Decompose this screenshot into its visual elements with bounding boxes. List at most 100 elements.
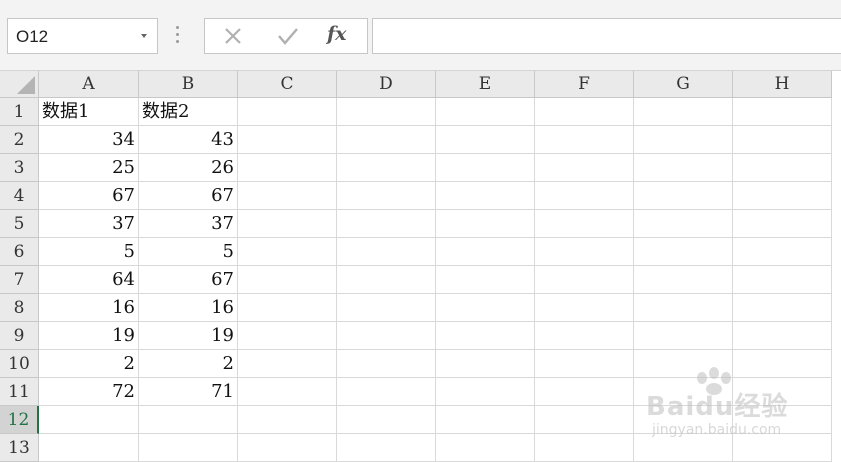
cell-b12[interactable]: [139, 406, 238, 434]
row-header-12[interactable]: 12: [0, 406, 39, 434]
cell-a1[interactable]: 数据1: [39, 98, 139, 126]
cell-b9[interactable]: 19: [139, 322, 238, 350]
cell-g8[interactable]: [634, 294, 733, 322]
cell-c10[interactable]: [238, 350, 337, 378]
cell-g7[interactable]: [634, 266, 733, 294]
cell-d11[interactable]: [337, 378, 436, 406]
cell-b2[interactable]: 43: [139, 126, 238, 154]
cell-e3[interactable]: [436, 154, 535, 182]
cell-a13[interactable]: [39, 434, 139, 462]
cell-e1[interactable]: [436, 98, 535, 126]
cell-f4[interactable]: [535, 182, 634, 210]
cell-d6[interactable]: [337, 238, 436, 266]
cell-h13[interactable]: [733, 434, 832, 462]
cell-h9[interactable]: [733, 322, 832, 350]
cell-c13[interactable]: [238, 434, 337, 462]
column-header-a[interactable]: A: [39, 71, 139, 98]
cell-f12[interactable]: [535, 406, 634, 434]
cell-e5[interactable]: [436, 210, 535, 238]
cell-b7[interactable]: 67: [139, 266, 238, 294]
cell-d7[interactable]: [337, 266, 436, 294]
cell-c1[interactable]: [238, 98, 337, 126]
cell-b1[interactable]: 数据2: [139, 98, 238, 126]
cell-a2[interactable]: 34: [39, 126, 139, 154]
cell-c3[interactable]: [238, 154, 337, 182]
cell-f7[interactable]: [535, 266, 634, 294]
cell-f8[interactable]: [535, 294, 634, 322]
cancel-button[interactable]: [213, 19, 253, 53]
column-header-c[interactable]: C: [238, 71, 337, 98]
cell-f9[interactable]: [535, 322, 634, 350]
cell-a3[interactable]: 25: [39, 154, 139, 182]
cell-e2[interactable]: [436, 126, 535, 154]
cell-g1[interactable]: [634, 98, 733, 126]
cell-e9[interactable]: [436, 322, 535, 350]
cell-h4[interactable]: [733, 182, 832, 210]
cell-f1[interactable]: [535, 98, 634, 126]
cell-g13[interactable]: [634, 434, 733, 462]
select-all-button[interactable]: [0, 71, 39, 98]
row-header-11[interactable]: 11: [0, 378, 39, 406]
cell-h1[interactable]: [733, 98, 832, 126]
cell-b5[interactable]: 37: [139, 210, 238, 238]
column-header-g[interactable]: G: [634, 71, 733, 98]
cell-f3[interactable]: [535, 154, 634, 182]
cell-g2[interactable]: [634, 126, 733, 154]
row-header-5[interactable]: 5: [0, 210, 39, 238]
row-header-9[interactable]: 9: [0, 322, 39, 350]
cell-a12[interactable]: [39, 406, 139, 434]
cell-c6[interactable]: [238, 238, 337, 266]
cell-h2[interactable]: [733, 126, 832, 154]
cell-g5[interactable]: [634, 210, 733, 238]
cell-f6[interactable]: [535, 238, 634, 266]
cell-g9[interactable]: [634, 322, 733, 350]
cell-e13[interactable]: [436, 434, 535, 462]
cell-b13[interactable]: [139, 434, 238, 462]
chevron-down-icon[interactable]: [141, 34, 147, 38]
formula-input[interactable]: [372, 18, 841, 54]
row-header-8[interactable]: 8: [0, 294, 39, 322]
cell-c11[interactable]: [238, 378, 337, 406]
cell-b3[interactable]: 26: [139, 154, 238, 182]
cell-a5[interactable]: 37: [39, 210, 139, 238]
cell-e8[interactable]: [436, 294, 535, 322]
cell-c8[interactable]: [238, 294, 337, 322]
row-header-6[interactable]: 6: [0, 238, 39, 266]
cell-a7[interactable]: 64: [39, 266, 139, 294]
cell-h7[interactable]: [733, 266, 832, 294]
column-header-b[interactable]: B: [139, 71, 238, 98]
row-header-2[interactable]: 2: [0, 126, 39, 154]
cell-a10[interactable]: 2: [39, 350, 139, 378]
cell-c12[interactable]: [238, 406, 337, 434]
column-header-f[interactable]: F: [535, 71, 634, 98]
cell-c5[interactable]: [238, 210, 337, 238]
column-header-h[interactable]: H: [733, 71, 832, 98]
cell-b6[interactable]: 5: [139, 238, 238, 266]
cell-a4[interactable]: 67: [39, 182, 139, 210]
cell-a8[interactable]: 16: [39, 294, 139, 322]
cell-a9[interactable]: 19: [39, 322, 139, 350]
cell-d3[interactable]: [337, 154, 436, 182]
column-header-d[interactable]: D: [337, 71, 436, 98]
cell-b10[interactable]: 2: [139, 350, 238, 378]
cell-d9[interactable]: [337, 322, 436, 350]
row-header-3[interactable]: 3: [0, 154, 39, 182]
row-header-1[interactable]: 1: [0, 98, 39, 126]
cell-d10[interactable]: [337, 350, 436, 378]
cell-e7[interactable]: [436, 266, 535, 294]
drag-handle-icon[interactable]: [176, 26, 180, 46]
cell-h6[interactable]: [733, 238, 832, 266]
row-header-10[interactable]: 10: [0, 350, 39, 378]
cell-b4[interactable]: 67: [139, 182, 238, 210]
cell-e4[interactable]: [436, 182, 535, 210]
cell-h10[interactable]: [733, 350, 832, 378]
cell-h12[interactable]: [733, 406, 832, 434]
cell-c7[interactable]: [238, 266, 337, 294]
cell-g4[interactable]: [634, 182, 733, 210]
column-header-e[interactable]: E: [436, 71, 535, 98]
cell-b11[interactable]: 71: [139, 378, 238, 406]
cell-d2[interactable]: [337, 126, 436, 154]
enter-button[interactable]: [267, 19, 307, 53]
cell-a11[interactable]: 72: [39, 378, 139, 406]
cell-h5[interactable]: [733, 210, 832, 238]
